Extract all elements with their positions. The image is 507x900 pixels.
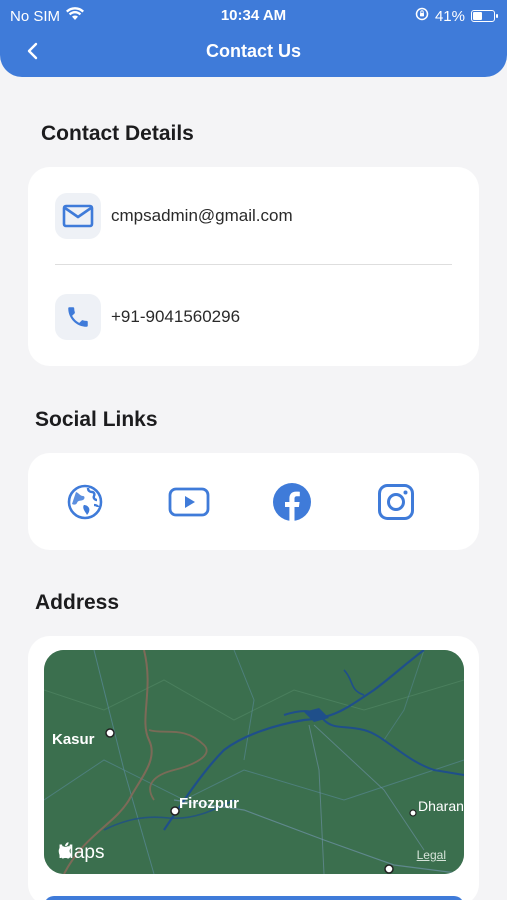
globe-icon bbox=[67, 484, 103, 520]
social-card bbox=[28, 453, 479, 550]
status-right: 41% bbox=[415, 7, 498, 25]
apple-icon bbox=[58, 842, 72, 859]
apple-maps-logo: Maps bbox=[58, 842, 104, 864]
legal-link[interactable]: Legal bbox=[417, 848, 446, 862]
map-label-dharan: Dharan bbox=[418, 798, 464, 814]
youtube-button[interactable] bbox=[168, 481, 210, 523]
bottom-action-button[interactable] bbox=[44, 896, 464, 900]
contact-card: cmpsadmin@gmail.com +91-9041560296 bbox=[28, 167, 479, 366]
navigation-bar: Contact Us bbox=[0, 36, 507, 66]
phone-icon-box bbox=[55, 294, 101, 340]
app-header: No SIM 10:34 AM 41% Contact Us bbox=[0, 0, 507, 77]
contact-details-heading: Contact Details bbox=[41, 122, 194, 145]
youtube-icon bbox=[168, 487, 210, 517]
contact-divider bbox=[55, 264, 452, 265]
facebook-icon bbox=[273, 483, 311, 521]
website-button[interactable] bbox=[64, 481, 106, 523]
email-icon-box bbox=[55, 193, 101, 239]
map-view[interactable]: Kasur Firozpur Dharan Maps Legal bbox=[44, 650, 464, 874]
address-card: Kasur Firozpur Dharan Maps Legal bbox=[28, 636, 479, 900]
page-title: Contact Us bbox=[205, 41, 301, 61]
map-label-kasur: Kasur bbox=[52, 731, 95, 748]
phone-text[interactable]: +91-9041560296 bbox=[111, 307, 240, 327]
facebook-button[interactable] bbox=[271, 481, 313, 523]
email-row[interactable]: cmpsadmin@gmail.com bbox=[55, 192, 452, 240]
instagram-button[interactable] bbox=[375, 481, 417, 523]
status-bar: No SIM 10:34 AM 41% bbox=[0, 6, 507, 26]
instagram-icon bbox=[378, 484, 414, 520]
mail-icon bbox=[62, 204, 94, 228]
battery-fill bbox=[473, 12, 483, 20]
battery-percent: 41% bbox=[434, 7, 465, 25]
phone-icon bbox=[68, 307, 88, 327]
phone-row[interactable]: +91-9041560296 bbox=[55, 293, 452, 341]
map-terrain bbox=[44, 650, 464, 874]
address-heading: Address bbox=[35, 591, 120, 614]
orientation-lock-icon bbox=[415, 7, 429, 25]
map-label-firozpur: Firozpur bbox=[179, 795, 239, 812]
social-links-heading: Social Links bbox=[35, 408, 158, 431]
email-text[interactable]: cmpsadmin@gmail.com bbox=[111, 206, 293, 226]
battery-icon bbox=[471, 10, 498, 22]
